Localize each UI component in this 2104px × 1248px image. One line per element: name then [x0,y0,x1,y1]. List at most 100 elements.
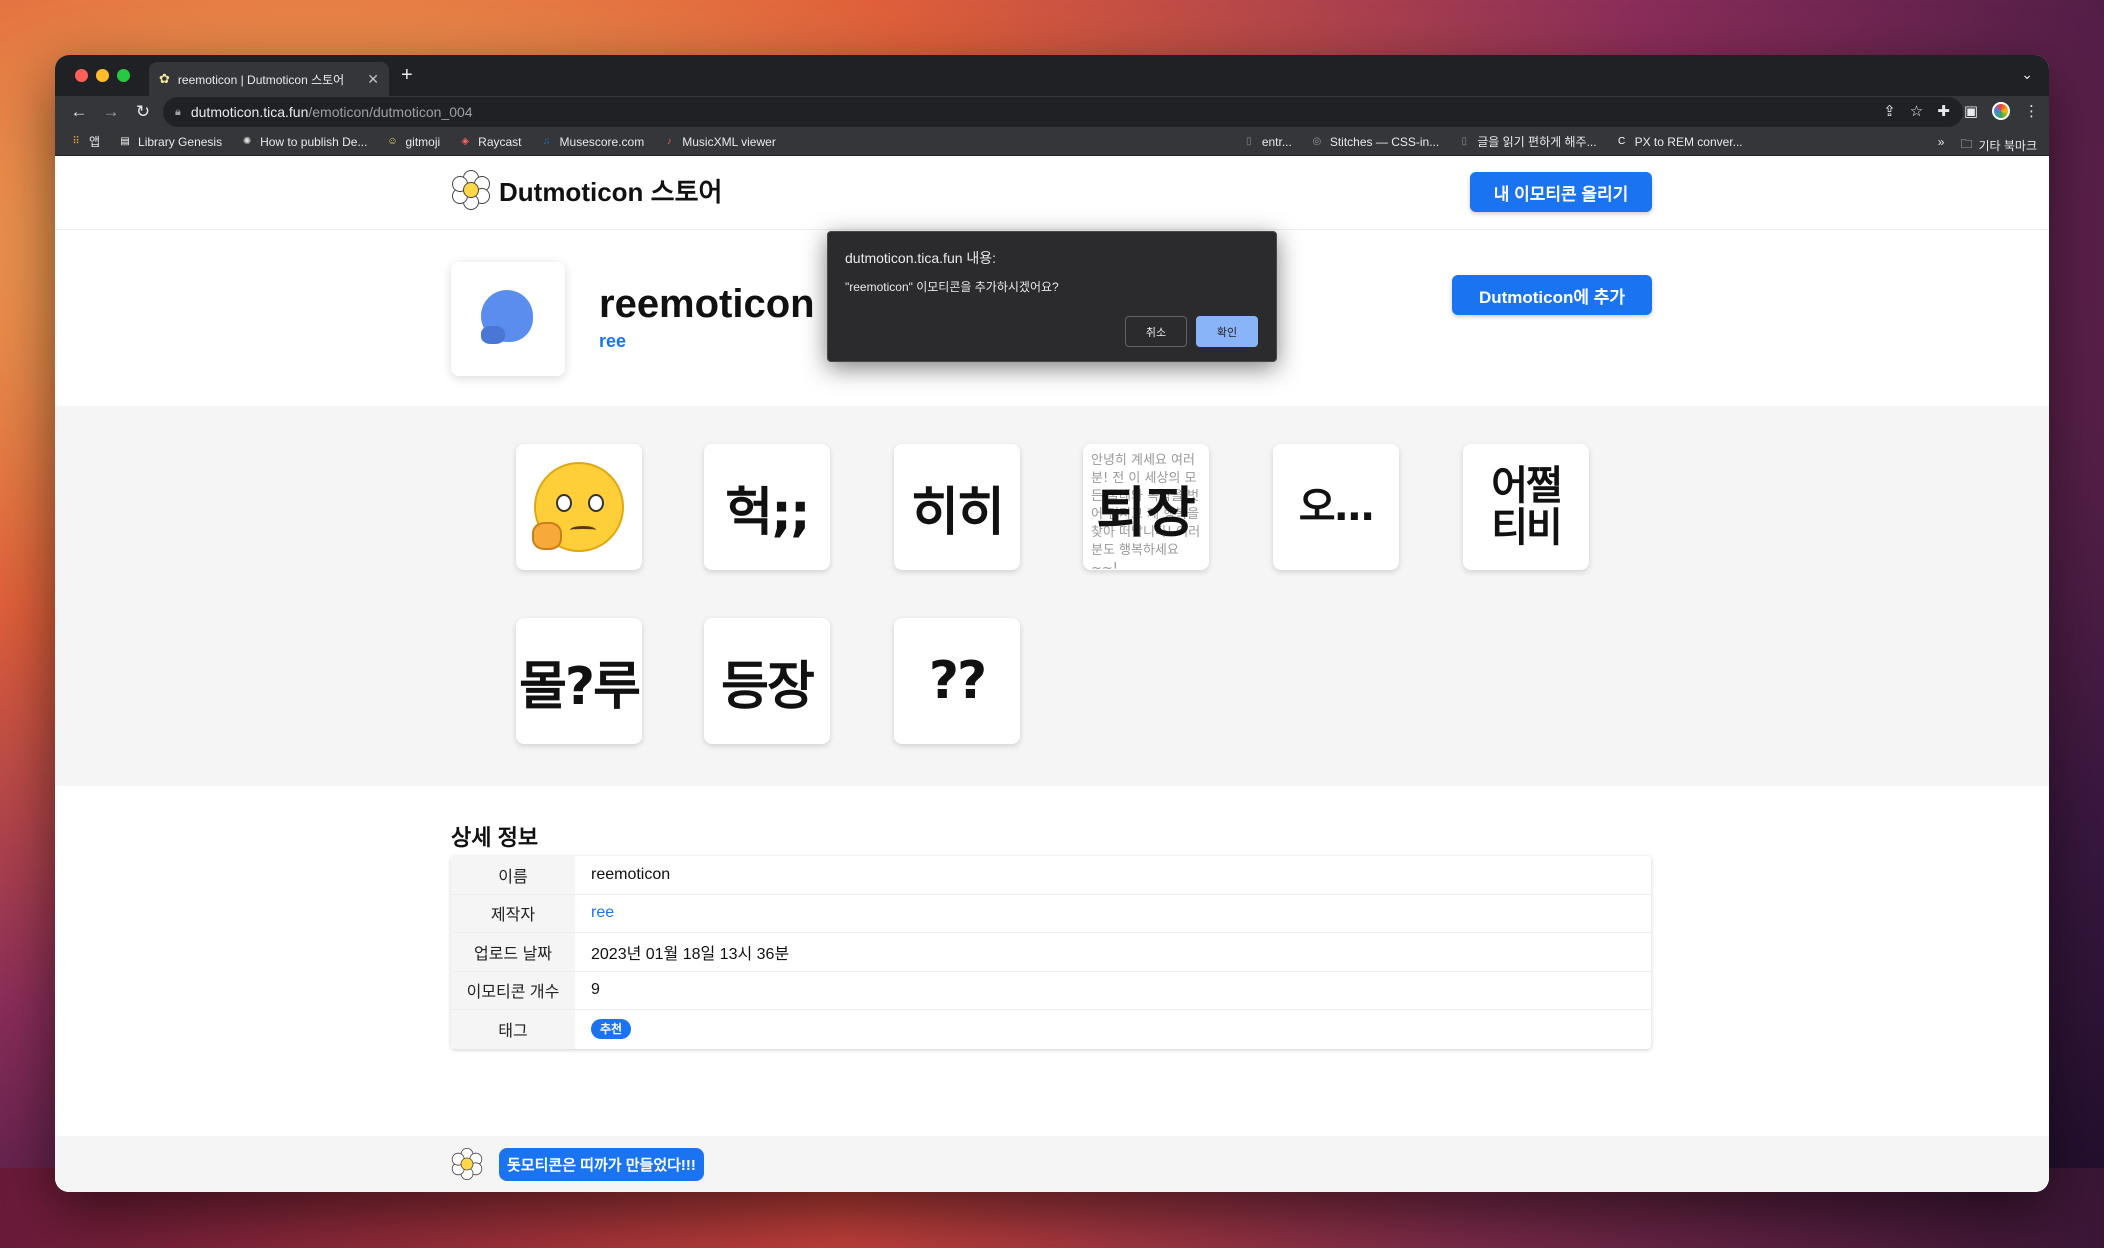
details-row: 태그 추천 [451,1010,1651,1049]
pack-author-link[interactable]: ree [599,331,626,352]
raycast-icon: ◈ [461,135,470,147]
bookmark-item[interactable]: ▯ 글을 읽기 편하게 해주... [1457,133,1596,150]
other-bookmarks-folder[interactable]: 🗀 기타 북마크 [1960,135,2037,156]
extensions-puzzle-icon[interactable]: ✚ [1937,102,1950,120]
emoticon-card[interactable]: 등장 [704,618,830,744]
bookmark-item[interactable]: ⠿ 앱 [69,133,100,150]
emoticon-card[interactable]: 헉;; [704,444,830,570]
toolbar-actions: ⇪ ☆ ✚ ▣ ⋮ [1883,102,2039,120]
address-bar[interactable]: 🔒︎ dutmoticon.tica.fun /emoticon/dutmoti… [163,97,1963,127]
bookmark-label: How to publish De... [260,134,368,149]
bookmark-item[interactable]: ◎ Stitches — CSS-in... [1310,135,1439,149]
reload-button[interactable]: ↻ [127,102,159,122]
bookmarks-overflow-button[interactable]: » [1938,135,1945,156]
bookmark-item[interactable]: ▤ Library Genesis [118,135,222,149]
bookmark-item[interactable]: ◈ Raycast [458,135,521,149]
bookmark-star-icon[interactable]: ☆ [1910,102,1923,120]
emoticon-text: 등장 [721,656,815,717]
active-tab[interactable]: ✿ reemoticon | Dutmoticon 스토어 ✕ [149,62,389,96]
bookmark-label: Raycast [478,134,522,149]
footer-flower-icon [451,1148,483,1180]
footer-message: 돗모티콘은 띠까가 만들었다!!! [499,1148,704,1181]
emoticon-text: 헉;; [725,482,810,543]
emoticon-card[interactable]: 안녕히 계세요 여러분! 전 이 세상의 모든 굴레와 속박을 벗어 던지고 제… [1083,444,1209,570]
folder-icon: 🗀 [1960,137,1973,151]
pack-thumbnail [451,262,565,376]
pack-title: reemoticon [599,282,815,326]
bookmark-item[interactable]: ♪ MusicXML viewer [662,135,776,149]
profile-avatar[interactable] [1992,102,2010,120]
brand-name: Dutmoticon 스토어 [499,176,723,207]
emoticon-text: 몰?루 [519,656,641,717]
emoticon-text: 퇴장 [1096,480,1196,544]
emoticon-text: 어쩔티비 [1491,463,1563,551]
page-icon: ▯ [1246,135,1252,147]
details-value: reemoticon [591,865,671,883]
tab-title: reemoticon | Dutmoticon 스토어 [177,72,345,87]
forward-button[interactable]: → [95,102,127,122]
browser-window: ✿ reemoticon | Dutmoticon 스토어 ✕ + ⌄ ← → … [55,55,2049,1192]
close-window-button[interactable] [75,69,88,82]
details-key: 이름 [451,856,575,894]
thinking-face-icon [532,462,624,552]
minimize-window-button[interactable] [96,69,109,82]
details-row: 이모티콘 개수 9 [451,971,1651,1010]
site-header: Dutmoticon 스토어 내 이모티콘 올리기 [55,156,2049,230]
side-panel-icon[interactable]: ▣ [1964,102,1978,120]
emoticon-card[interactable]: 몰?루 [516,618,642,744]
back-button[interactable]: ← [63,102,95,122]
emoticon-card[interactable]: 히히 [894,444,1020,570]
bookmark-label: entr... [1261,134,1292,149]
confirm-dialog: dutmoticon.tica.fun 내용: "reemoticon" 이모티… [827,231,1277,362]
maximize-window-button[interactable] [117,69,130,82]
bookmark-label: gitmoji [405,134,441,149]
bookmark-item[interactable]: ☺ gitmoji [385,135,440,149]
bookmarks-bar: ⠿ 앱 ▤ Library Genesis ✺ How to publish De... ☺… [55,128,2049,156]
emoticon-card[interactable]: 어쩔티비 [1463,444,1589,570]
details-value: 9 [591,981,600,999]
creator-link[interactable]: ree [575,904,614,922]
new-tab-button[interactable]: + [401,64,413,87]
details-key: 이모티콘 개수 [451,971,575,1009]
bookmark-label: 글을 읽기 편하게 해주... [1477,135,1597,149]
tag-pill[interactable]: 추천 [591,1019,632,1040]
tab-bar: ✿ reemoticon | Dutmoticon 스토어 ✕ + ⌄ [55,55,2049,96]
dialog-message: "reemoticon" 이모티콘을 추가하시겠어요? [845,280,1059,294]
emoticon-text: 오... [1298,484,1375,530]
site-footer: 돗모티콘은 띠까가 만들었다!!! [55,1136,2049,1192]
bookmark-label: MusicXML viewer [682,134,776,149]
upload-emoticon-button[interactable]: 내 이모티콘 올리기 [1470,172,1652,212]
brain-icon: ✺ [242,135,252,147]
dialog-ok-button[interactable]: 확인 [1196,316,1258,347]
lock-icon: 🔒︎ [175,105,181,118]
dialog-cancel-button[interactable]: 취소 [1125,316,1187,347]
c-icon: C [1617,135,1626,147]
details-section: 상세 정보 이름 reemoticon 제작자 ree 업로드 날짜 2023년 01월 … [55,786,2049,1126]
browser-menu-icon[interactable]: ⋮ [2024,102,2039,120]
emoticon-card[interactable] [516,444,642,570]
other-bookmarks-label: 기타 북마크 [1978,139,2037,153]
bookmark-item[interactable]: ♫ Musescore.com [540,134,645,149]
flower-favicon-icon: ✿ [159,71,170,86]
details-key: 제작자 [451,894,575,932]
dialog-title: dutmoticon.tica.fun 내용: [845,250,997,266]
add-to-dutmoticon-button[interactable]: Dutmoticon에 추가 [1452,275,1652,315]
emoticon-card[interactable]: ?? [894,618,1020,744]
share-icon[interactable]: ⇪ [1883,102,1896,120]
details-value: 2023년 01월 18일 13시 36분 [591,945,790,963]
emoticon-card[interactable]: 오... [1273,444,1399,570]
bookmark-label: Library Genesis [138,134,223,149]
bookmark-label: Stitches — CSS-in... [1329,134,1440,149]
music-icon: ♪ [666,135,672,147]
bookmark-item[interactable]: ▯ entr... [1242,135,1292,149]
tab-search-chevron-icon[interactable]: ⌄ [2021,66,2033,83]
brand-logo-link[interactable]: Dutmoticon 스토어 [451,170,722,210]
bookmark-item[interactable]: ✺ How to publish De... [240,134,368,149]
url-host: dutmoticon.tica.fun [190,104,309,120]
tab-close-icon[interactable]: ✕ [367,71,379,88]
apps-grid-icon: ⠿ [72,135,80,147]
bookmark-label: Musescore.com [559,134,645,149]
details-table: 이름 reemoticon 제작자 ree 업로드 날짜 2023년 01월 18일 13… [451,856,1651,1049]
bookmark-item[interactable]: C PX to REM conver... [1615,135,1743,149]
browser-toolbar: ← → ↻ 🔒︎ dutmoticon.tica.fun /emoticon/d… [55,96,2049,128]
